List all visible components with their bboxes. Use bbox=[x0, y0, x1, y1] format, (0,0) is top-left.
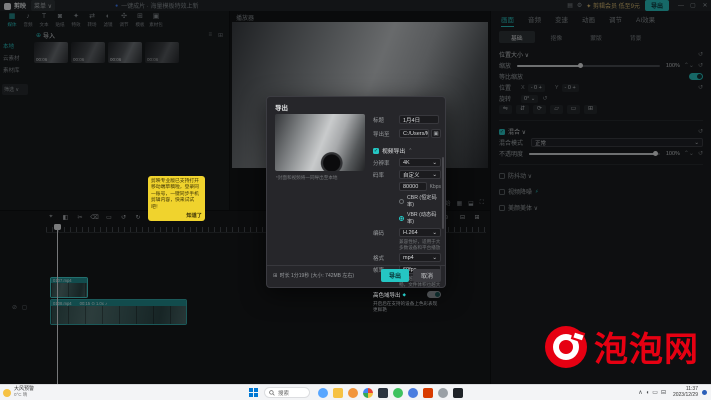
hdr-hint: 开启后在支持的设备上色彩表现更鲜艳 bbox=[373, 301, 441, 312]
tooltip-text: 剪映专业版已支持打开移动端草稿啦，登录同一账号，一键同步手机剪辑内容，快来试试吧… bbox=[151, 179, 202, 211]
terminal-icon[interactable] bbox=[453, 388, 463, 398]
chevron-down-icon: ⌄ bbox=[432, 230, 437, 236]
chrome-icon[interactable] bbox=[363, 388, 373, 398]
resolution-select[interactable]: 4K⌄ bbox=[399, 158, 441, 167]
cancel-button[interactable]: 取消 bbox=[413, 269, 441, 282]
watermark-text: 泡泡网 bbox=[594, 322, 699, 371]
hdr-toggle[interactable] bbox=[427, 291, 441, 298]
weather-icon bbox=[3, 389, 11, 397]
netdisk-icon[interactable] bbox=[408, 388, 418, 398]
folder-icon[interactable]: ▣ bbox=[431, 129, 441, 138]
search-icon bbox=[269, 390, 275, 396]
video-export-checkbox: ✓ bbox=[373, 148, 379, 154]
office-icon[interactable] bbox=[423, 388, 433, 398]
field-path: 导出至 C:/Users/My/Videos/... ▣ bbox=[373, 129, 441, 138]
paopao-logo-icon bbox=[544, 325, 588, 369]
dialog-footer: ⊞ 时长 1分19秒 (大小: 742MB 左右) 导出 取消 bbox=[273, 269, 441, 282]
chevron-up-icon: ⌃ bbox=[408, 148, 412, 154]
network-icon[interactable]: ▭ bbox=[652, 389, 658, 396]
taskbar-apps bbox=[318, 388, 468, 398]
confirm-export-button[interactable]: 导出 bbox=[381, 269, 409, 282]
field-title: 标题 1月4日 bbox=[373, 115, 439, 124]
settings-icon[interactable] bbox=[438, 388, 448, 398]
weather-widget[interactable]: 大风预警 0°C 晴 bbox=[3, 387, 34, 397]
field-hdr: 高色域导出 ◆ bbox=[373, 291, 441, 299]
field-codec: 编码 H.264⌄ bbox=[373, 228, 441, 237]
system-tray: ∧ ◖ ▭ ⊟ 11:37 2023/12/29 bbox=[638, 387, 707, 399]
vip-diamond-icon: ◆ bbox=[403, 292, 406, 298]
widgets-icon[interactable] bbox=[318, 388, 328, 398]
chevron-down-icon: ⌄ bbox=[432, 172, 437, 178]
search-box[interactable]: 搜索 bbox=[264, 387, 310, 398]
tooltip-got-it-button[interactable]: 知道了 bbox=[151, 212, 202, 219]
chevron-down-icon: ⌄ bbox=[432, 160, 437, 166]
watermark: 泡泡网 bbox=[544, 322, 699, 371]
dialog-title: 导出 bbox=[267, 97, 445, 112]
export-dialog: 导出 *封面和视频将一同导出至本地 标题 1月4日 导出至 C:/Users/M… bbox=[266, 96, 446, 288]
start-button[interactable] bbox=[249, 388, 258, 397]
title-input[interactable]: 1月4日 bbox=[399, 115, 439, 124]
field-resolution: 分辨率 4K⌄ bbox=[373, 158, 441, 167]
export-cover-thumbnail[interactable] bbox=[275, 114, 365, 171]
promo-tooltip: 剪映专业版已支持打开移动端草稿啦，登录同一账号，一键同步手机剪辑内容，快来试试吧… bbox=[148, 176, 205, 221]
dialog-scrollbar[interactable] bbox=[442, 157, 444, 229]
volume-icon[interactable]: ◖ bbox=[646, 390, 650, 396]
field-bitrate-custom: 80000 Kbps bbox=[373, 182, 441, 191]
radio-vbr[interactable]: VBR (动态码率) bbox=[399, 211, 441, 225]
path-input[interactable]: C:/Users/My/Videos/... bbox=[399, 129, 429, 138]
cover-caption: *封面和视频将一同导出至本地 bbox=[276, 175, 368, 181]
bitrate-unit: Kbps bbox=[430, 184, 441, 190]
field-format: 格式 mp4⌄ bbox=[373, 253, 441, 262]
format-select[interactable]: mp4⌄ bbox=[399, 253, 441, 262]
radio-cbr[interactable]: CBR (恒定码率) bbox=[399, 194, 441, 208]
screen: 剪映 菜单 ∨ ● 一键成片 · 海量模板特效上新 ▤ ⚙ ✦ 剪辑会员 低至9… bbox=[0, 0, 711, 400]
export-estimate: 时长 1分19秒 (大小: 742MB 左右) bbox=[280, 272, 354, 279]
codec-select[interactable]: H.264⌄ bbox=[399, 228, 441, 237]
codec-hint: 兼容性好，适用于大多数设备和平台播放 bbox=[399, 239, 441, 250]
field-bitrate: 码率 自定义⌄ bbox=[373, 170, 441, 179]
video-export-row[interactable]: ✓ 视频导出 ⌃ bbox=[373, 146, 412, 155]
chevron-down-icon: ⌄ bbox=[432, 255, 437, 261]
bitrate-input[interactable]: 80000 bbox=[399, 182, 427, 191]
capcut-icon[interactable] bbox=[378, 388, 388, 398]
notification-icon[interactable] bbox=[702, 390, 707, 395]
explorer-icon[interactable] bbox=[333, 388, 343, 398]
bitrate-select[interactable]: 自定义⌄ bbox=[399, 170, 441, 179]
tray-caret-icon[interactable]: ∧ bbox=[638, 389, 642, 396]
wechat-icon[interactable] bbox=[393, 388, 403, 398]
clock[interactable]: 11:37 2023/12/29 bbox=[673, 387, 698, 399]
monitor-icon: ⊞ bbox=[273, 273, 278, 279]
photos-icon[interactable] bbox=[348, 388, 358, 398]
taskbar: 大风预警 0°C 晴 搜索 ∧ ◖ ▭ bbox=[0, 384, 711, 400]
battery-icon[interactable]: ⊟ bbox=[661, 389, 666, 396]
search-placeholder: 搜索 bbox=[278, 389, 289, 397]
